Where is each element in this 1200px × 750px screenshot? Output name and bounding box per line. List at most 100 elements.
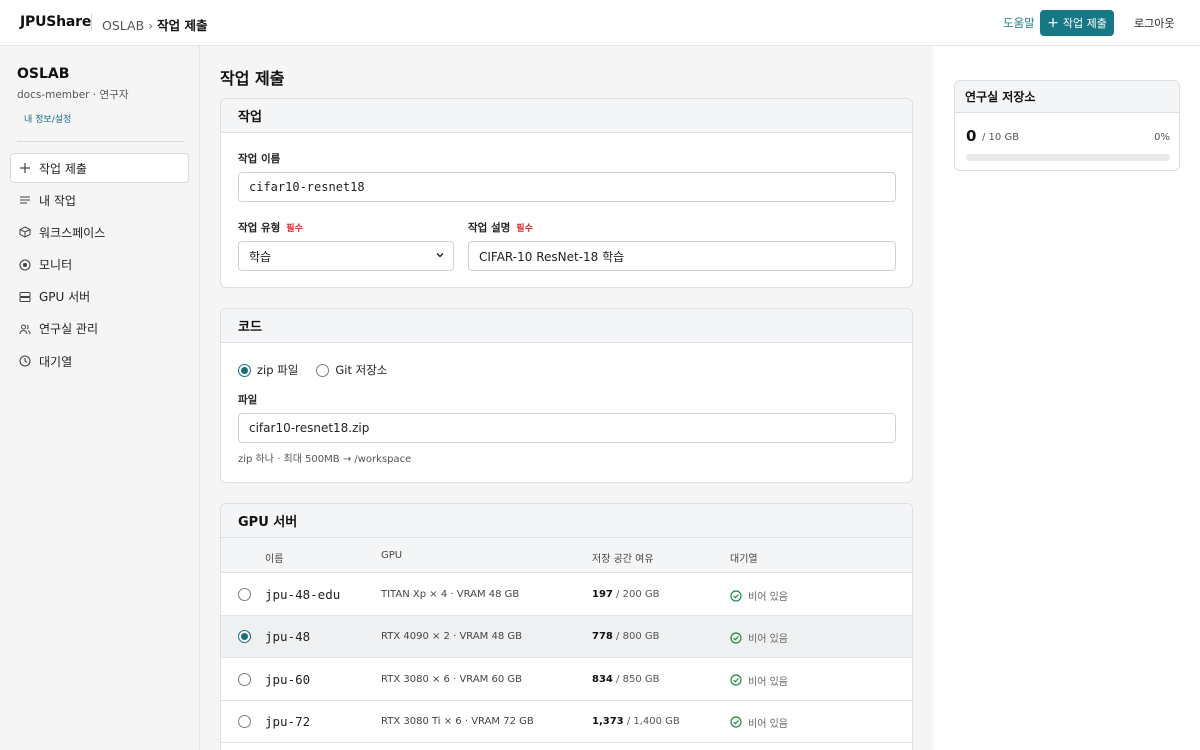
breadcrumb-org[interactable]: OSLAB — [102, 18, 144, 33]
sidebar-item-label: 모니터 — [39, 258, 73, 273]
table-row[interactable]: jpu-72 RTX 3080 Ti × 6 · VRAM 72 GB 1,373 … — [221, 701, 912, 743]
queue-status: 비어 있음 — [748, 718, 788, 730]
storage-free: 1,373 — [592, 715, 624, 727]
zip-radio[interactable] — [238, 363, 251, 377]
list-icon — [19, 194, 31, 206]
sidebar-item-submit-job[interactable]: 작업 제출 — [10, 153, 189, 183]
server-name: jpu-72 — [265, 713, 311, 729]
job-card-title: 작업 — [221, 99, 912, 133]
cube-icon — [19, 226, 31, 238]
table-header: 이름 GPU 저장 공간 여유 대기열 — [221, 538, 912, 573]
storage-free: 197 — [592, 589, 613, 600]
storage-percent: 0% — [1154, 132, 1170, 143]
server-gpu: RTX 3080 × 6 · VRAM 60 GB — [381, 673, 522, 685]
file-hint: zip 하나 · 최대 500MB → /workspace — [238, 454, 412, 465]
sidebar-divider — [17, 141, 184, 142]
sidebar: OSLAB docs-member · 연구자 내 정보/설정 작업 제출 내 … — [0, 46, 200, 750]
git-radio[interactable] — [316, 363, 330, 377]
lab-storage-card: 연구실 저장소 0 / 10 GB 0% — [954, 80, 1180, 171]
server-queue: 비어 있음 — [730, 630, 788, 645]
storage-free: 834 — [592, 673, 613, 685]
sidebar-item-queue[interactable]: 대기열 — [10, 346, 189, 376]
code-card: 코드 zip 파일 Git 저장소 파일 cifar10-resnet18.zi… — [220, 308, 913, 483]
top-bar: JPUShare OSLAB › 작업 제출 도움말 + 작업 제출 로그아웃 — [0, 0, 1200, 46]
chevron-down-icon — [435, 250, 445, 263]
page-title: 작업 제출 — [220, 69, 285, 88]
target-icon — [19, 259, 31, 271]
server-name: jpu-48 — [265, 629, 311, 645]
server-name: jpu-60 — [265, 671, 311, 687]
gpu-server-card: GPU 서버 이름 GPU 저장 공간 여유 대기열 jpu-48-edu TIT… — [220, 503, 913, 750]
plus-icon — [19, 162, 31, 174]
server-gpu: TITAN Xp × 4 · VRAM 48 GB — [381, 589, 520, 600]
server-storage: 834 / 850 GB — [592, 674, 659, 685]
file-input[interactable]: cifar10-resnet18.zip — [238, 413, 896, 443]
main-content: 작업 제출 작업 작업 이름 cifar10-resnet18 작업 유형 필수 … — [200, 46, 933, 750]
table-row[interactable]: jpu-48-edu TITAN Xp × 4 · VRAM 48 GB 197 /… — [221, 574, 912, 616]
sidebar-item-label: 작업 제출 — [39, 161, 87, 176]
job-type-value: 학습 — [249, 249, 272, 264]
submit-job-label: 작업 제출 — [1062, 17, 1107, 30]
plus-icon: + — [1047, 15, 1059, 31]
job-type-label-text: 작업 유형 — [238, 222, 281, 234]
server-gpu: RTX 3080 Ti × 6 · VRAM 72 GB — [381, 715, 534, 727]
server-name: jpu-48-edu — [265, 587, 341, 602]
table-row[interactable]: jpu-60 RTX 3080 × 6 · VRAM 60 GB 834 / 850… — [221, 659, 912, 701]
server-queue: 비어 있음 — [730, 673, 788, 688]
queue-status: 비어 있음 — [748, 676, 788, 688]
storage-title: 연구실 저장소 — [955, 81, 1179, 113]
server-radio[interactable] — [238, 630, 251, 644]
sidebar-item-lab-admin[interactable]: 연구실 관리 — [10, 314, 189, 344]
profile-settings-link[interactable]: 내 정보/설정 — [24, 112, 71, 125]
git-option-label[interactable]: Git 저장소 — [335, 362, 387, 378]
column-storage: 저장 공간 여유 — [592, 554, 654, 565]
clock-icon — [19, 355, 31, 367]
sidebar-item-label: 내 작업 — [39, 193, 76, 208]
org-name: OSLAB — [17, 66, 70, 82]
job-name-input[interactable]: cifar10-resnet18 — [238, 172, 896, 202]
zip-option-label[interactable]: zip 파일 — [257, 362, 298, 378]
job-desc-input[interactable]: CIFAR-10 ResNet-18 학습 — [468, 241, 896, 271]
storage-total: / 200 GB — [612, 589, 660, 600]
storage-total: / 850 GB — [612, 673, 660, 685]
brand-logo[interactable]: JPUShare — [20, 14, 91, 30]
check-circle-icon — [730, 674, 742, 686]
check-circle-icon — [730, 632, 742, 644]
gpu-card-title: GPU 서버 — [221, 504, 912, 538]
table-row[interactable]: jpu-48 RTX 4090 × 2 · VRAM 48 GB 778 / 800… — [221, 616, 912, 659]
sidebar-item-monitor[interactable]: 모니터 — [10, 250, 189, 280]
sidebar-item-gpu-server[interactable]: GPU 서버 — [10, 282, 189, 312]
right-panel: 연구실 저장소 0 / 10 GB 0% — [933, 46, 1200, 750]
help-link[interactable]: 도움말 — [1003, 15, 1035, 31]
code-card-title: 코드 — [221, 309, 912, 343]
storage-used: 0 — [966, 127, 977, 145]
user-role: docs-member · 연구자 — [17, 89, 129, 101]
sidebar-item-label: 연구실 관리 — [39, 322, 99, 337]
server-queue: 비어 있음 — [730, 715, 788, 730]
server-icon — [19, 291, 31, 303]
sidebar-item-workspace[interactable]: 워크스페이스 — [10, 217, 189, 247]
job-type-select[interactable]: 학습 — [238, 241, 454, 271]
sidebar-item-my-jobs[interactable]: 내 작업 — [10, 185, 189, 215]
server-radio[interactable] — [238, 588, 251, 601]
submit-job-button[interactable]: + 작업 제출 — [1040, 10, 1114, 36]
breadcrumb-current: 작업 제출 — [157, 18, 208, 33]
column-gpu: GPU — [381, 550, 403, 561]
required-badge: 필수 — [516, 224, 533, 234]
users-icon — [19, 323, 31, 335]
job-desc-label-text: 작업 설명 — [468, 222, 511, 234]
file-label: 파일 — [238, 394, 258, 406]
sidebar-item-label: GPU 서버 — [39, 290, 91, 305]
server-radio[interactable] — [238, 714, 251, 728]
check-circle-icon — [730, 589, 742, 602]
server-radio[interactable] — [238, 672, 251, 686]
sidebar-item-label: 대기열 — [39, 354, 73, 369]
storage-progress-bar — [966, 154, 1170, 161]
storage-total: / 1,400 GB — [623, 715, 680, 727]
check-circle-icon — [730, 716, 742, 728]
logout-button[interactable]: 로그아웃 — [1134, 15, 1174, 31]
server-storage: 1,373 / 1,400 GB — [592, 716, 680, 727]
queue-status: 비어 있음 — [748, 592, 788, 603]
server-queue: 비어 있음 — [730, 588, 788, 603]
job-name-label: 작업 이름 — [238, 153, 281, 165]
